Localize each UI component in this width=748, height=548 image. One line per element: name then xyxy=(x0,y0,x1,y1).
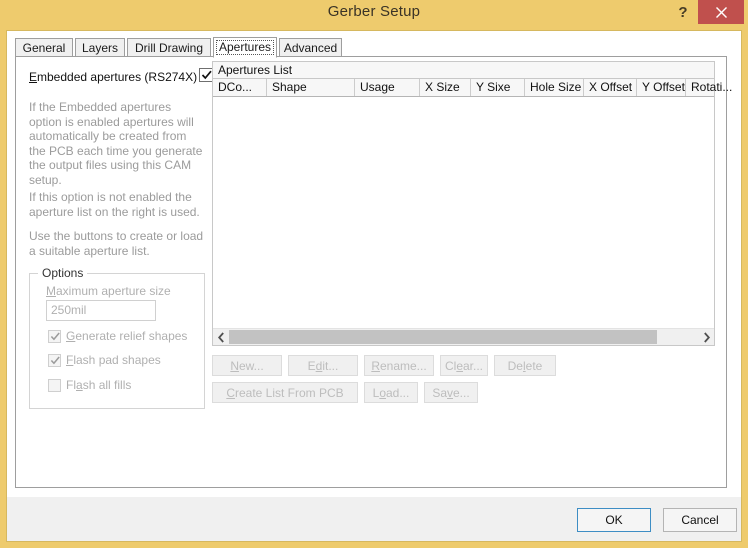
tab-advanced[interactable]: Advanced xyxy=(279,38,342,57)
edit-button[interactable]: Edit... xyxy=(288,355,358,376)
embedded-apertures-label: Embedded apertures (RS274X) xyxy=(29,70,198,84)
tab-layers[interactable]: Layers xyxy=(75,38,125,57)
chevron-right-icon[interactable] xyxy=(698,329,714,345)
clear-button-label: Clear... xyxy=(444,358,484,373)
apertures-table-header: DCo... Shape Usage X Size Y Sixe Hole Si… xyxy=(213,79,732,97)
gerber-setup-window: Gerber Setup ? General Layers Drill Draw… xyxy=(0,0,748,548)
flash-pad-shapes-checkbox[interactable] xyxy=(48,354,61,367)
title-bar: Gerber Setup ? xyxy=(0,0,748,30)
flash-pad-shapes-label: Flash pad shapes xyxy=(66,353,161,367)
column-header-dcode[interactable]: DCo... xyxy=(213,79,267,96)
window-title: Gerber Setup xyxy=(327,3,421,20)
edit-button-label: Edit... xyxy=(307,358,339,373)
close-icon[interactable] xyxy=(698,0,744,24)
max-aperture-size-input[interactable]: 250mil xyxy=(46,300,156,321)
rename-button-label: Rename... xyxy=(371,358,427,373)
description-paragraph-2: If this option is not enabled the apertu… xyxy=(29,190,200,219)
tab-apertures[interactable]: Apertures xyxy=(213,37,277,58)
tab-advanced-label: Advanced xyxy=(283,40,338,55)
embedded-apertures-label-rest: mbedded apertures (RS274X) xyxy=(37,70,198,84)
clear-button[interactable]: Clear... xyxy=(440,355,488,376)
save-button-label: Save... xyxy=(432,385,470,400)
column-header-usage[interactable]: Usage xyxy=(355,79,420,96)
dialog-client-area: General Layers Drill Drawing Apertures A… xyxy=(6,30,742,510)
create-list-from-pcb-button[interactable]: Create List From PCB xyxy=(212,382,358,403)
delete-button[interactable]: Delete xyxy=(494,355,556,376)
options-group-legend: Options xyxy=(38,266,88,280)
apertures-list-box: Apertures List DCo... Shape Usage X Size… xyxy=(212,61,732,346)
chevron-left-icon[interactable] xyxy=(213,329,229,345)
max-aperture-size-label: Maximum aperture size xyxy=(46,284,171,298)
flash-pad-shapes-label-rest: lash pad shapes xyxy=(73,353,161,367)
create-list-from-pcb-button-label: Create List From PCB xyxy=(226,385,344,400)
apertures-tab-panel: Embedded apertures (RS274X) If the Embed… xyxy=(15,56,732,488)
flash-all-fills-checkbox[interactable] xyxy=(48,379,61,392)
apertures-horizontal-scrollbar[interactable] xyxy=(213,328,714,345)
max-aperture-size-label-rest: aximum aperture size xyxy=(56,284,171,298)
tab-drill-drawing[interactable]: Drill Drawing xyxy=(127,38,211,57)
apertures-list-title: Apertures List xyxy=(213,62,714,79)
ok-button[interactable]: OK xyxy=(577,508,651,532)
column-header-y-offset[interactable]: Y Offset xyxy=(637,79,686,96)
embedded-apertures-row: Embedded apertures (RS274X) xyxy=(29,68,213,86)
generate-relief-shapes-label: Generate relief shapes xyxy=(66,329,188,343)
column-header-shape[interactable]: Shape xyxy=(267,79,355,96)
save-button[interactable]: Save... xyxy=(424,382,478,403)
flash-all-fills-label-pre: Fl xyxy=(66,378,76,392)
column-header-hole-size[interactable]: Hole Size xyxy=(525,79,584,96)
description-paragraph-1: If the Embedded apertures option is enab… xyxy=(29,100,203,187)
column-header-x-size[interactable]: X Size xyxy=(420,79,471,96)
load-button-label: Load... xyxy=(372,385,410,400)
generate-relief-shapes-label-rest: enerate relief shapes xyxy=(75,329,188,343)
flash-all-fills-label-rest: sh all fills xyxy=(82,378,132,392)
new-button-label: New... xyxy=(230,358,264,373)
cancel-button[interactable]: Cancel xyxy=(663,508,737,532)
help-icon[interactable]: ? xyxy=(670,0,696,24)
dialog-button-bar: OK Cancel xyxy=(6,497,742,542)
tab-layers-label: Layers xyxy=(81,40,119,55)
rename-button[interactable]: Rename... xyxy=(364,355,434,376)
description-paragraph-3: Use the buttons to create or load a suit… xyxy=(29,229,204,258)
apertures-table-body[interactable] xyxy=(213,97,714,328)
load-button[interactable]: Load... xyxy=(364,382,418,403)
flash-all-fills-label: Flash all fills xyxy=(66,378,132,392)
tab-general[interactable]: General xyxy=(15,38,73,57)
tab-general-label: General xyxy=(22,40,66,55)
column-header-rotation[interactable]: Rotati... xyxy=(686,79,734,96)
tab-drill-drawing-label: Drill Drawing xyxy=(135,40,204,55)
column-header-x-offset[interactable]: X Offset xyxy=(584,79,637,96)
embedded-apertures-checkbox[interactable] xyxy=(199,68,213,82)
generate-relief-shapes-checkbox[interactable] xyxy=(48,330,61,343)
delete-button-label: Delete xyxy=(507,358,543,373)
scrollbar-thumb[interactable] xyxy=(229,330,657,344)
tab-apertures-label: Apertures xyxy=(215,40,275,55)
column-header-y-size[interactable]: Y Sixe xyxy=(471,79,525,96)
new-button[interactable]: New... xyxy=(212,355,282,376)
